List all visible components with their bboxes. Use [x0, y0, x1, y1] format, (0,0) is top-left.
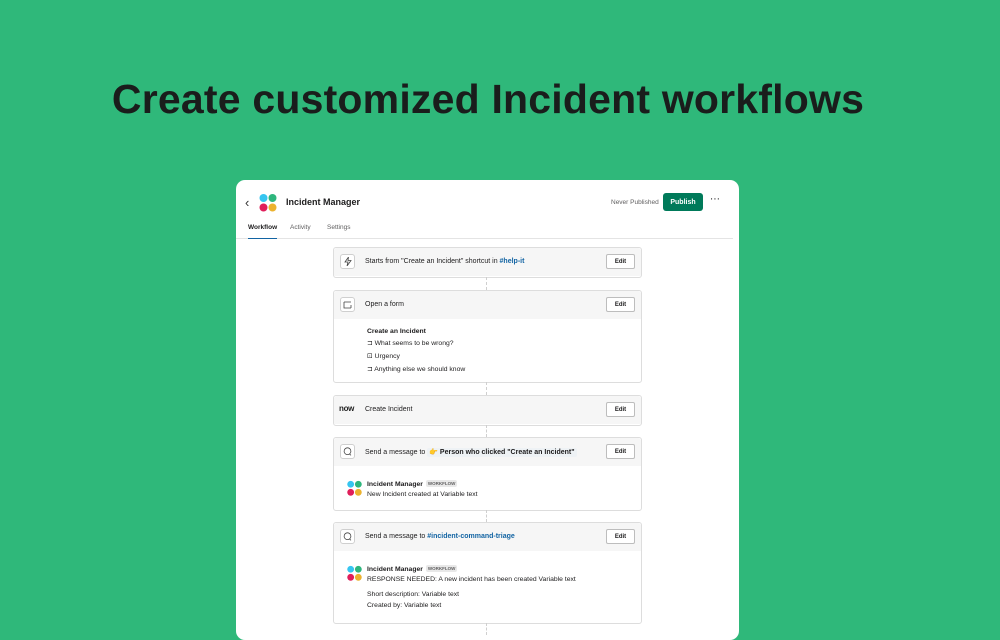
text-field-icon: ⊐	[367, 340, 373, 347]
form-field: ⊐ What seems to be wrong?	[367, 340, 454, 347]
step-label: Create Incident	[365, 406, 413, 413]
dropdown-field-icon: ⊡	[367, 353, 373, 360]
publish-button[interactable]: Publish	[663, 193, 703, 211]
workflow-badge: WORKFLOW	[425, 565, 458, 572]
form-icon	[340, 297, 355, 312]
tab-bar: Workflow Activity Settings	[236, 224, 733, 239]
page-headline: Create customized Incident workflows	[111, 76, 865, 122]
message-sender: Incident Manager WORKFLOW	[367, 565, 458, 573]
incident-manager-avatar	[347, 565, 362, 581]
message-icon	[340, 529, 355, 544]
edit-button[interactable]: Edit	[606, 402, 635, 417]
message-text: Short description: Variable text	[367, 591, 460, 598]
step-connector	[486, 425, 487, 437]
edit-button[interactable]: Edit	[606, 444, 635, 459]
tab-workflow[interactable]: Workflow	[248, 224, 278, 239]
message-text: New Incident created at Variable text	[367, 491, 478, 498]
form-title: Create an Incident	[367, 328, 426, 335]
message-icon	[340, 444, 355, 459]
message-text: RESPONSE NEEDED: A new incident has been…	[367, 576, 576, 583]
step-label: Open a form	[365, 301, 404, 308]
step-label: Send a message to 👉 Person who clicked "…	[365, 448, 577, 457]
more-options-icon[interactable]: ⋯	[710, 194, 721, 205]
workflow-step-message: Send a message to #incident-command-tria…	[333, 522, 642, 624]
back-button[interactable]: ‹	[245, 195, 249, 210]
workflow-builder-panel: ‹ Incident Manager Never Published Publi…	[236, 180, 739, 640]
workflow-badge: WORKFLOW	[425, 480, 458, 487]
publish-status: Never Published	[611, 199, 659, 206]
variable-chip[interactable]: 👉 Person who clicked "Create an Incident…	[427, 448, 577, 457]
message-text: Created by: Variable text	[367, 602, 442, 609]
step-connector	[486, 510, 487, 522]
text-field-icon: ⊐	[367, 366, 373, 373]
edit-button[interactable]: Edit	[606, 529, 635, 544]
servicenow-logo: now	[339, 404, 355, 413]
step-label: Starts from "Create an Incident" shortcu…	[365, 258, 525, 265]
lightning-icon	[340, 254, 355, 269]
step-label: Send a message to #incident-command-tria…	[365, 533, 515, 540]
incident-manager-avatar	[347, 480, 362, 496]
workflow-step-create-incident: now Create Incident Edit	[333, 395, 642, 426]
message-sender: Incident Manager WORKFLOW	[367, 480, 458, 488]
edit-button[interactable]: Edit	[606, 297, 635, 312]
form-field: ⊐ Anything else we should know	[367, 366, 466, 373]
tab-activity[interactable]: Activity	[290, 224, 311, 238]
tab-settings[interactable]: Settings	[327, 224, 351, 238]
edit-button[interactable]: Edit	[606, 254, 635, 269]
workflow-step-form: Open a form Edit Create an Incident ⊐ Wh…	[333, 290, 642, 383]
workflow-header: ‹ Incident Manager Never Published Publi…	[236, 180, 739, 224]
workflow-step-message: Send a message to 👉 Person who clicked "…	[333, 437, 642, 511]
channel-link[interactable]: #help-it	[500, 258, 525, 265]
incident-manager-logo	[259, 194, 277, 212]
step-connector	[486, 382, 487, 395]
channel-link[interactable]: #incident-command-triage	[427, 533, 515, 540]
workflow-title: Incident Manager	[286, 197, 361, 207]
form-field: ⊡ Urgency	[367, 353, 400, 360]
workflow-step-trigger: Starts from "Create an Incident" shortcu…	[333, 247, 642, 278]
step-connector	[486, 277, 487, 290]
